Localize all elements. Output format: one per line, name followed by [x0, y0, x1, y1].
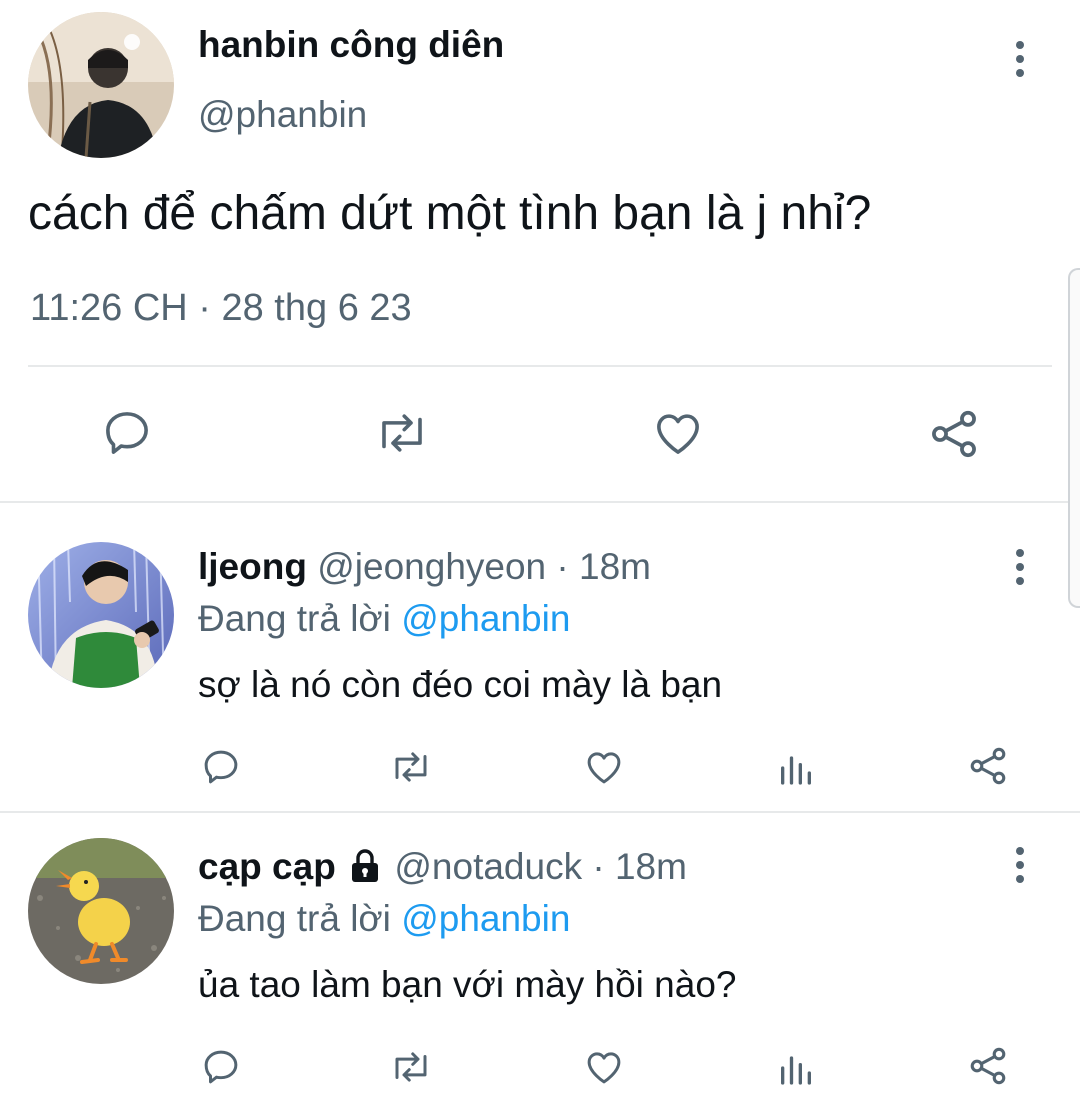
share-icon[interactable] [926, 406, 982, 462]
analytics-icon[interactable] [776, 748, 816, 788]
more-options-icon[interactable] [1000, 542, 1040, 592]
tweet-text: cách để chấm dứt một tình bạn là j nhỉ? [28, 187, 872, 240]
reply-icon[interactable] [200, 1046, 242, 1088]
like-icon[interactable] [582, 1046, 626, 1088]
display-name[interactable]: ljeong [198, 546, 307, 587]
share-icon[interactable] [966, 1044, 1010, 1088]
divider [0, 501, 1080, 503]
retweet-icon[interactable] [370, 406, 434, 460]
divider [28, 365, 1052, 367]
timestamp[interactable]: 11:26 CH · 28 thg 6 23 [30, 287, 412, 330]
display-name[interactable]: hanbin công diên [198, 24, 504, 66]
replying-label: Đang trả lời [198, 598, 402, 639]
timestamp[interactable]: · 18m [546, 546, 651, 587]
reply-icon[interactable] [100, 406, 154, 460]
replying-to: Đang trả lời @phanbin [198, 898, 570, 940]
replying-to-link[interactable]: @phanbin [401, 598, 570, 639]
timestamp[interactable]: · 18m [582, 846, 687, 887]
reply-icon[interactable] [200, 746, 242, 788]
more-options-icon[interactable] [1000, 34, 1040, 84]
divider [0, 811, 1080, 813]
lock-icon [350, 849, 380, 892]
share-icon[interactable] [966, 744, 1010, 788]
handle[interactable]: @jeonghyeon [317, 546, 546, 587]
avatar[interactable] [28, 542, 174, 688]
analytics-icon[interactable] [776, 1048, 816, 1088]
handle[interactable]: @notaduck [394, 846, 582, 887]
replying-to: Đang trả lời @phanbin [198, 598, 570, 640]
like-icon[interactable] [650, 406, 706, 460]
retweet-icon[interactable] [386, 746, 436, 788]
scrollbar[interactable] [1068, 268, 1080, 608]
tweet-text: sợ là nó còn đéo coi mày là bạn [198, 664, 723, 705]
reply-header: cạp cạp @notaduck · 18m [198, 846, 687, 892]
more-options-icon[interactable] [1000, 840, 1040, 890]
tweet-text: ủa tao làm bạn với mày hồi nào? [198, 964, 737, 1005]
like-icon[interactable] [582, 746, 626, 788]
replying-label: Đang trả lời [198, 898, 402, 939]
retweet-icon[interactable] [386, 1046, 436, 1088]
avatar[interactable] [28, 838, 174, 984]
handle[interactable]: @phanbin [198, 94, 367, 136]
avatar[interactable] [28, 12, 174, 158]
reply-header: ljeong @jeonghyeon · 18m [198, 546, 651, 588]
replying-to-link[interactable]: @phanbin [401, 898, 570, 939]
display-name[interactable]: cạp cạp [198, 846, 336, 887]
